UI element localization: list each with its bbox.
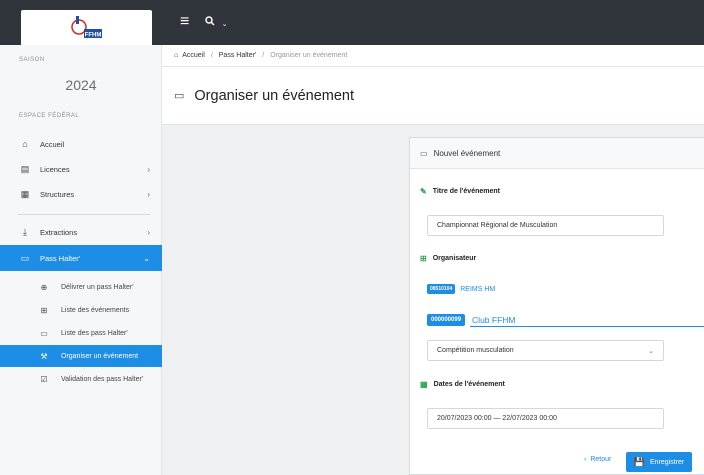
sidebar-item-label: Pass Halter'	[40, 253, 81, 263]
download-icon: ⤓	[23, 226, 27, 237]
list-icon: ⊞	[40, 305, 48, 315]
barbell-icon: ▭	[20, 252, 30, 263]
organizer-name: Club FFHM	[472, 315, 516, 325]
sidebar-subitem-label: Délivrer un pass Halter'	[61, 283, 134, 291]
sidebar-item-label: Extractions	[40, 227, 78, 237]
wrench-icon: ⚒	[40, 351, 48, 361]
sidebar-subitem-label: Liste des événements	[61, 306, 130, 314]
organizer-code-badge: 08510104	[427, 284, 456, 294]
event-title-input[interactable]: Championnat Régional de Musculation	[427, 215, 664, 236]
sidebar-item-accueil[interactable]: ⌂ Accueil	[0, 131, 162, 157]
event-type-select[interactable]: Compétition musculation ⌄	[427, 340, 664, 361]
event-type-value: Compétition musculation	[437, 347, 514, 354]
calendar-icon: ▦	[420, 380, 428, 389]
chevron-right-icon: ›	[147, 189, 150, 199]
sidebar-subitem-label: Organiser un événement	[61, 352, 139, 360]
space-caption: ESPACE FÉDÉRAL	[19, 113, 80, 119]
sidebar-subitem-organiser[interactable]: ⚒ Organiser un événement	[0, 345, 162, 367]
save-button[interactable]: 💾 Enregistrer	[626, 452, 692, 472]
season-year[interactable]: 2024	[0, 77, 162, 93]
building-icon: ▦	[20, 188, 30, 199]
sidebar-divider	[18, 214, 150, 215]
breadcrumb-pass-halter[interactable]: Pass Halter'	[219, 52, 257, 59]
sidebar-item-label: Structures	[40, 189, 75, 199]
chevron-down-icon: ⌄	[648, 347, 654, 355]
sidebar-item-label: Accueil	[40, 139, 65, 149]
sidebar-item-label: Licences	[40, 164, 70, 174]
organizer-section-label: ⊞ Organisateur	[420, 254, 476, 263]
sidebar-subitem-liste-evenements[interactable]: ⊞ Liste des événements	[0, 299, 162, 321]
sidebar-item-extractions[interactable]: ⤓ Extractions ›	[0, 219, 162, 245]
dates-section-label: ▦ Dates de l'événement	[420, 380, 505, 389]
search-dropdown-caret: ⌄	[221, 21, 228, 28]
sidebar-subitem-liste-pass[interactable]: ▭ Liste des pass Halter'	[0, 322, 162, 344]
organizer-option-reims[interactable]: 08510104 REIMS HM	[427, 284, 495, 294]
plus-circle-icon: ⊕	[40, 282, 48, 292]
sidebar-item-licences[interactable]: ▤ Licences ›	[0, 156, 162, 182]
back-label: Retour	[590, 456, 612, 463]
sidebar-subitem-label: Validation des pass Halter'	[61, 375, 144, 383]
title-label: Titre de l'événement	[432, 188, 500, 195]
dates-label: Dates de l'événement	[433, 381, 505, 388]
card-footer: ‹ Retour 💾 Enregistrer	[410, 446, 704, 475]
magnifier-icon	[205, 16, 215, 26]
card-icon: ▤	[20, 163, 30, 174]
chevron-right-icon: ›	[147, 164, 150, 174]
sidebar-subitem-validation[interactable]: ☑ Validation des pass Halter'	[0, 368, 162, 390]
barbell-icon: ▭	[174, 90, 185, 102]
sidebar-subitem-delivrer[interactable]: ⊕ Délivrer un pass Halter'	[0, 276, 162, 298]
breadcrumb-separator: /	[262, 52, 265, 59]
logo-emblem-icon: FFHM	[71, 16, 102, 39]
home-icon: ⌂	[174, 52, 179, 59]
ffhm-logo[interactable]: FFHM	[21, 10, 152, 45]
breadcrumb-separator: /	[210, 52, 213, 59]
event-form-card: ▭ Nouvel événement ✎ Titre de l'événemen…	[409, 137, 704, 475]
event-dates-input[interactable]: 20/07/2023 00:00 — 22/07/2023 00:00	[427, 408, 664, 429]
hamburger-icon[interactable]: ≡	[180, 14, 189, 30]
card-title: Nouvel événement	[433, 148, 501, 158]
organizer-label: Organisateur	[432, 255, 477, 262]
chevron-right-icon: ›	[147, 227, 150, 237]
check-card-icon: ☑	[40, 374, 48, 384]
sidebar-item-pass-halter[interactable]: ▭ Pass Halter' ⌄	[0, 245, 162, 271]
card-header: ▭ Nouvel événement	[410, 138, 704, 169]
sitemap-icon: ⊞	[420, 254, 427, 263]
barbell-icon: ▭	[40, 328, 48, 338]
back-button[interactable]: ‹ Retour	[584, 456, 611, 463]
organizer-selection-underline	[470, 326, 704, 327]
breadcrumb-current: Organiser un événement	[270, 52, 348, 59]
organizer-code-badge: 000000099	[427, 314, 466, 326]
sidebar: SAISON 2024 ESPACE FÉDÉRAL ⌂ Accueil ▤ L…	[0, 45, 162, 475]
home-icon: ⌂	[22, 139, 28, 149]
barbell-icon: ▭	[420, 148, 428, 158]
search-icon[interactable]: ⌄	[205, 14, 228, 33]
chevron-down-icon: ⌄	[143, 253, 150, 263]
page-title: Organiser un événement	[194, 87, 354, 104]
sidebar-subitem-label: Liste des pass Halter'	[61, 329, 128, 337]
breadcrumb-home[interactable]: Accueil	[182, 52, 205, 59]
season-caption: SAISON	[19, 57, 45, 63]
svg-text:FFHM: FFHM	[85, 33, 102, 39]
chevron-left-icon: ‹	[584, 456, 587, 463]
top-navbar: FFHM ≡ ⌄	[0, 0, 704, 45]
title-section-label: ✎ Titre de l'événement	[420, 187, 500, 196]
organizer-option-club-ffhm[interactable]: 000000099 Club FFHM	[427, 314, 516, 326]
breadcrumb: ⌂ Accueil / Pass Halter' / Organiser un …	[162, 45, 704, 67]
page-header: ▭ Organiser un événement	[162, 67, 704, 125]
organizer-name: REIMS HM	[460, 285, 496, 293]
floppy-disk-icon: 💾	[633, 456, 645, 467]
feather-icon: ✎	[420, 187, 427, 196]
save-label: Enregistrer	[649, 458, 685, 466]
sidebar-item-structures[interactable]: ▦ Structures ›	[0, 181, 162, 207]
